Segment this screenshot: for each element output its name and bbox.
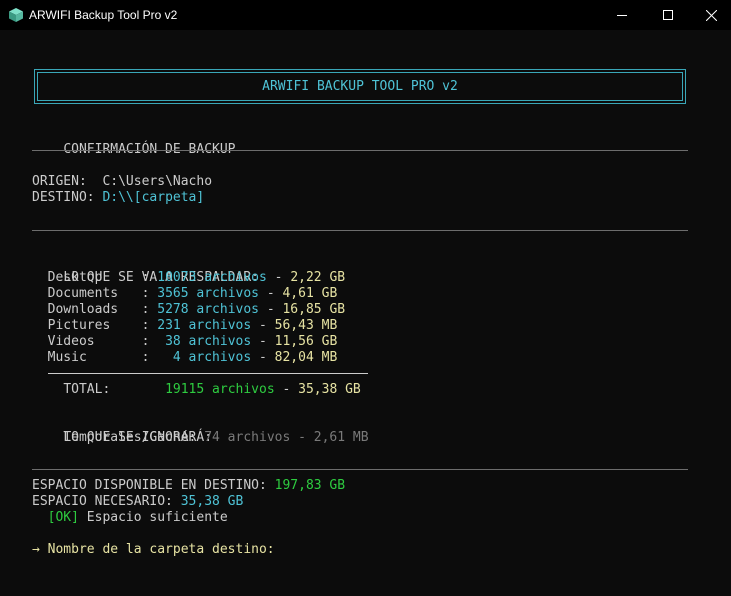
title-bar: ARWIFI Backup Tool Pro v2 bbox=[0, 0, 731, 30]
available-space-line: ESPACIO DISPONIBLE EN DESTINO: 197,83 GB bbox=[32, 478, 345, 494]
banner-box: ARWIFI BACKUP TOOL PRO v2 bbox=[34, 69, 686, 104]
separator bbox=[32, 469, 688, 470]
backup-total: TOTAL: 19115 archivos - 35,38 GB bbox=[63, 382, 361, 397]
item-size: 4,61 GB bbox=[282, 286, 338, 301]
needed-space-value: 35,38 GB bbox=[180, 494, 244, 509]
ignored-size: 2,61 MB bbox=[313, 430, 369, 445]
ignored-count: 74 archivos bbox=[204, 430, 291, 445]
item-count: 10073 archivos bbox=[157, 270, 267, 285]
section-header: CONFIRMACIÓN DE BACKUP bbox=[63, 142, 236, 157]
item-size: 2,22 GB bbox=[290, 270, 346, 285]
item-name: Downloads bbox=[47, 302, 119, 317]
item-count: 38 archivos bbox=[165, 334, 252, 349]
separator bbox=[32, 230, 688, 231]
available-space-value: 197,83 GB bbox=[274, 478, 346, 493]
separator bbox=[32, 150, 688, 151]
backup-item-desktop: Desktop : 10073 archivos - 2,22 GB bbox=[47, 270, 346, 285]
minimize-button[interactable] bbox=[599, 0, 645, 30]
ok-message: Espacio suficiente bbox=[86, 510, 228, 525]
item-count: 4 archivos bbox=[172, 350, 252, 365]
origin-value: C:\Users\Nacho bbox=[102, 174, 213, 189]
ok-badge: [OK] bbox=[47, 510, 79, 525]
console-area[interactable]: ARWIFI BACKUP TOOL PRO v2 CONFIRMACIÓN D… bbox=[0, 30, 731, 596]
item-name: Documents bbox=[47, 286, 119, 301]
item-name: Pictures bbox=[47, 318, 111, 333]
app-icon bbox=[9, 8, 23, 22]
item-size: 56,43 MB bbox=[274, 318, 338, 333]
maximize-icon bbox=[663, 10, 673, 20]
backup-item-documents: Documents : 3565 archivos - 4,61 GB bbox=[47, 286, 338, 301]
item-size: 82,04 MB bbox=[274, 350, 338, 365]
destination-label: DESTINO: bbox=[32, 190, 95, 205]
banner-title: ARWIFI BACKUP TOOL PRO v2 bbox=[262, 79, 458, 94]
item-name: Videos bbox=[47, 334, 95, 349]
needed-space-label: ESPACIO NECESARIO: bbox=[32, 494, 173, 509]
minimize-icon bbox=[617, 15, 627, 16]
destination-value: D:\\[carpeta] bbox=[102, 190, 205, 205]
item-count: 3565 archivos bbox=[157, 286, 259, 301]
window-title: ARWIFI Backup Tool Pro v2 bbox=[29, 8, 178, 22]
needed-space-line: ESPACIO NECESARIO: 35,38 GB bbox=[32, 494, 243, 510]
origin-line: ORIGEN: C:\Users\Nacho bbox=[32, 174, 212, 190]
ignored-item: Temporales/Caché: 74 archivos - 2,61 MB bbox=[63, 430, 369, 445]
backup-item-downloads: Downloads : 5278 archivos - 16,85 GB bbox=[47, 302, 346, 317]
origin-label: ORIGEN: bbox=[32, 174, 87, 189]
backup-heading: LO QUE SE VA A RESPALDAR: bbox=[63, 270, 259, 285]
total-count: 19115 archivos bbox=[165, 382, 275, 397]
destination-line: DESTINO: D:\\[carpeta] bbox=[32, 190, 204, 206]
maximize-button[interactable] bbox=[645, 0, 691, 30]
item-count: 5278 archivos bbox=[157, 302, 259, 317]
ignored-label: Temporales/Caché: bbox=[63, 430, 197, 445]
available-space-label: ESPACIO DISPONIBLE EN DESTINO: bbox=[32, 478, 267, 493]
space-status-line: [OK] Espacio suficiente bbox=[32, 510, 228, 526]
backup-item-music: Music : 4 archivos - 82,04 MB bbox=[47, 350, 338, 365]
arrow-icon: → bbox=[32, 542, 40, 557]
item-size: 11,56 GB bbox=[274, 334, 338, 349]
destination-prompt[interactable]: → Nombre de la carpeta destino: bbox=[32, 542, 275, 558]
ignored-heading: LO QUE SE IGNORARÁ: bbox=[63, 430, 213, 445]
close-button[interactable] bbox=[691, 0, 731, 30]
item-name: Desktop bbox=[47, 270, 103, 285]
backup-item-pictures: Pictures : 231 archivos - 56,43 MB bbox=[47, 318, 338, 333]
item-name: Music bbox=[47, 350, 87, 365]
backup-item-videos: Videos : 38 archivos - 11,56 GB bbox=[47, 334, 338, 349]
total-separator bbox=[48, 373, 368, 374]
total-size: 35,38 GB bbox=[298, 382, 361, 397]
prompt-text: Nombre de la carpeta destino: bbox=[47, 542, 275, 557]
item-count: 231 archivos bbox=[157, 318, 252, 333]
close-icon bbox=[705, 9, 717, 21]
item-size: 16,85 GB bbox=[282, 302, 346, 317]
total-label: TOTAL: bbox=[63, 382, 111, 397]
